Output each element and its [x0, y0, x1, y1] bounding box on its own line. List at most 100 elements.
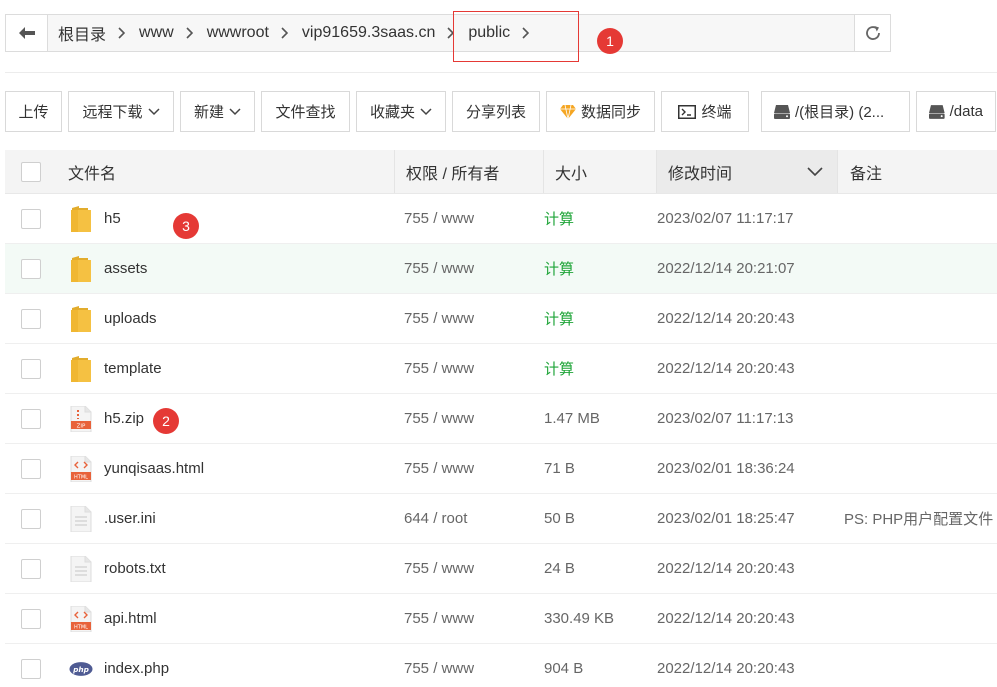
back-button[interactable] [6, 15, 48, 51]
column-permission[interactable]: 权限 / 所有者 [395, 150, 544, 193]
size-cell: 71 B [544, 460, 575, 477]
row-checkbox-cell [5, 458, 57, 479]
file-name-link[interactable]: h5 [104, 210, 121, 227]
disk-data-button[interactable]: /data [916, 91, 996, 132]
file-search-button[interactable]: 文件查找 [261, 91, 350, 132]
mtime-cell: 2023/02/01 18:36:24 [657, 460, 795, 477]
permission-cell[interactable]: 755 / www [395, 210, 544, 227]
row-checkbox[interactable] [21, 408, 41, 429]
file-name-cell: HTML api.html [57, 605, 395, 633]
mtime-cell: 2023/02/07 11:17:17 [657, 210, 794, 227]
refresh-button[interactable] [854, 15, 890, 51]
permission-cell[interactable]: 644 / root [395, 510, 544, 527]
upload-button[interactable]: 上传 [5, 91, 62, 132]
file-name-link[interactable]: yunqisaas.html [104, 460, 204, 477]
row-checkbox[interactable] [21, 258, 41, 279]
column-mtime[interactable]: 修改时间 [657, 150, 838, 193]
column-size-label: 大小 [555, 165, 588, 183]
table-row[interactable]: HTML api.html 755 / www 330.49 KB 2022/12/14… [5, 594, 997, 644]
text-file-icon [69, 505, 93, 533]
row-checkbox[interactable] [21, 658, 41, 679]
table-row[interactable]: h5 755 / www 计算 2023/02/07 11:17:17 [5, 194, 997, 244]
table-row[interactable]: php index.php 755 / www 904 B 2022/12/14 20:… [5, 644, 997, 687]
row-checkbox[interactable] [21, 558, 41, 579]
file-table-header: 文件名 权限 / 所有者 大小 修改时间 备注 [5, 150, 997, 194]
file-name-link[interactable]: template [104, 360, 162, 377]
file-name-link[interactable]: api.html [104, 610, 157, 627]
share-list-label: 分享列表 [465, 104, 526, 121]
table-row[interactable]: template 755 / www 计算 2022/12/14 20:20:43 [5, 344, 997, 394]
row-checkbox-cell [5, 308, 57, 329]
column-note-label: 备注 [850, 165, 883, 183]
chevron-down-icon [420, 107, 432, 115]
calculate-size-link[interactable]: 计算 [544, 208, 657, 229]
arrow-left-icon [18, 27, 35, 39]
annotation-marker-3: 3 [173, 213, 199, 239]
mtime-cell: 2022/12/14 20:20:43 [657, 310, 795, 327]
calculate-size-link[interactable]: 计算 [544, 258, 657, 279]
table-row[interactable]: HTML yunqisaas.html 755 / www 71 B 2023/02/0… [5, 444, 997, 494]
table-row[interactable]: assets 755 / www 计算 2022/12/14 20:21:07 [5, 244, 997, 294]
file-search-label: 文件查找 [275, 104, 336, 121]
permission-cell[interactable]: 755 / www [395, 360, 544, 377]
terminal-icon [678, 104, 697, 119]
row-checkbox-cell [5, 658, 57, 679]
php-file-icon: php [69, 655, 93, 683]
remote-download-label: 远程下载 [82, 104, 143, 121]
mtime-cell: 2022/12/14 20:20:43 [657, 560, 795, 577]
new-button[interactable]: 新建 [180, 91, 255, 132]
file-name-cell: php index.php [57, 655, 395, 683]
select-all-checkbox[interactable] [21, 161, 41, 182]
breadcrumb-item-root[interactable]: 根目录 [58, 15, 139, 51]
breadcrumb-item-site[interactable]: vip91659.3saas.cn [302, 15, 468, 51]
row-checkbox[interactable] [21, 608, 41, 629]
select-all-cell [5, 150, 57, 193]
row-checkbox-cell [5, 408, 57, 429]
favorites-button[interactable]: 收藏夹 [356, 91, 446, 132]
remote-download-button[interactable]: 远程下载 [68, 91, 174, 132]
permission-cell[interactable]: 755 / www [395, 410, 544, 427]
file-name-link[interactable]: .user.ini [104, 510, 156, 527]
row-checkbox[interactable] [21, 358, 41, 379]
permission-cell[interactable]: 755 / www [395, 610, 544, 627]
chevron-down-icon [147, 107, 160, 115]
svg-text:HTML: HTML [74, 474, 88, 480]
chevron-right-icon [118, 27, 126, 39]
file-name-link[interactable]: uploads [104, 310, 157, 327]
permission-cell[interactable]: 755 / www [395, 660, 544, 677]
table-row[interactable]: uploads 755 / www 计算 2022/12/14 20:20:43 [5, 294, 997, 344]
note-cell[interactable]: PS: PHP用户配置文件 [844, 508, 997, 529]
file-name-link[interactable]: robots.txt [104, 560, 166, 577]
svg-text:php: php [72, 664, 89, 673]
table-row[interactable]: robots.txt 755 / www 24 B 2022/12/14 20:20:… [5, 544, 997, 594]
breadcrumb-item-www[interactable]: www [139, 15, 207, 51]
permission-cell[interactable]: 755 / www [395, 460, 544, 477]
permission-cell[interactable]: 755 / www [395, 260, 544, 277]
mtime-cell: 2022/12/14 20:20:43 [657, 360, 795, 377]
calculate-size-link[interactable]: 计算 [544, 308, 657, 329]
column-size[interactable]: 大小 [544, 150, 657, 193]
calculate-size-link[interactable]: 计算 [544, 358, 657, 379]
file-name-link[interactable]: assets [104, 260, 147, 277]
table-row[interactable]: .user.ini 644 / root 50 B 2023/02/01 18:25:… [5, 494, 997, 544]
data-sync-button[interactable]: 数据同步 [546, 91, 655, 132]
file-name-cell: ZIP h5.zip [57, 405, 395, 433]
file-name-cell: h5 [57, 205, 395, 233]
permission-cell[interactable]: 755 / www [395, 560, 544, 577]
html-file-icon: HTML [69, 455, 93, 483]
row-checkbox[interactable] [21, 308, 41, 329]
column-name[interactable]: 文件名 [57, 150, 395, 193]
row-checkbox[interactable] [21, 458, 41, 479]
terminal-button[interactable]: 终端 [661, 91, 749, 132]
row-checkbox[interactable] [21, 208, 41, 229]
permission-cell[interactable]: 755 / www [395, 310, 544, 327]
share-list-button[interactable]: 分享列表 [452, 91, 540, 132]
disk-root-button[interactable]: /(根目录) (2... [761, 91, 910, 132]
file-name-link[interactable]: index.php [104, 660, 169, 677]
column-note[interactable]: 备注 [838, 150, 882, 193]
mtime-cell: 2022/12/14 20:21:07 [657, 260, 795, 277]
breadcrumb-item-wwwroot[interactable]: wwwroot [207, 15, 302, 51]
file-name-link[interactable]: h5.zip [104, 410, 144, 427]
row-checkbox[interactable] [21, 508, 41, 529]
folder-icon [69, 355, 93, 383]
